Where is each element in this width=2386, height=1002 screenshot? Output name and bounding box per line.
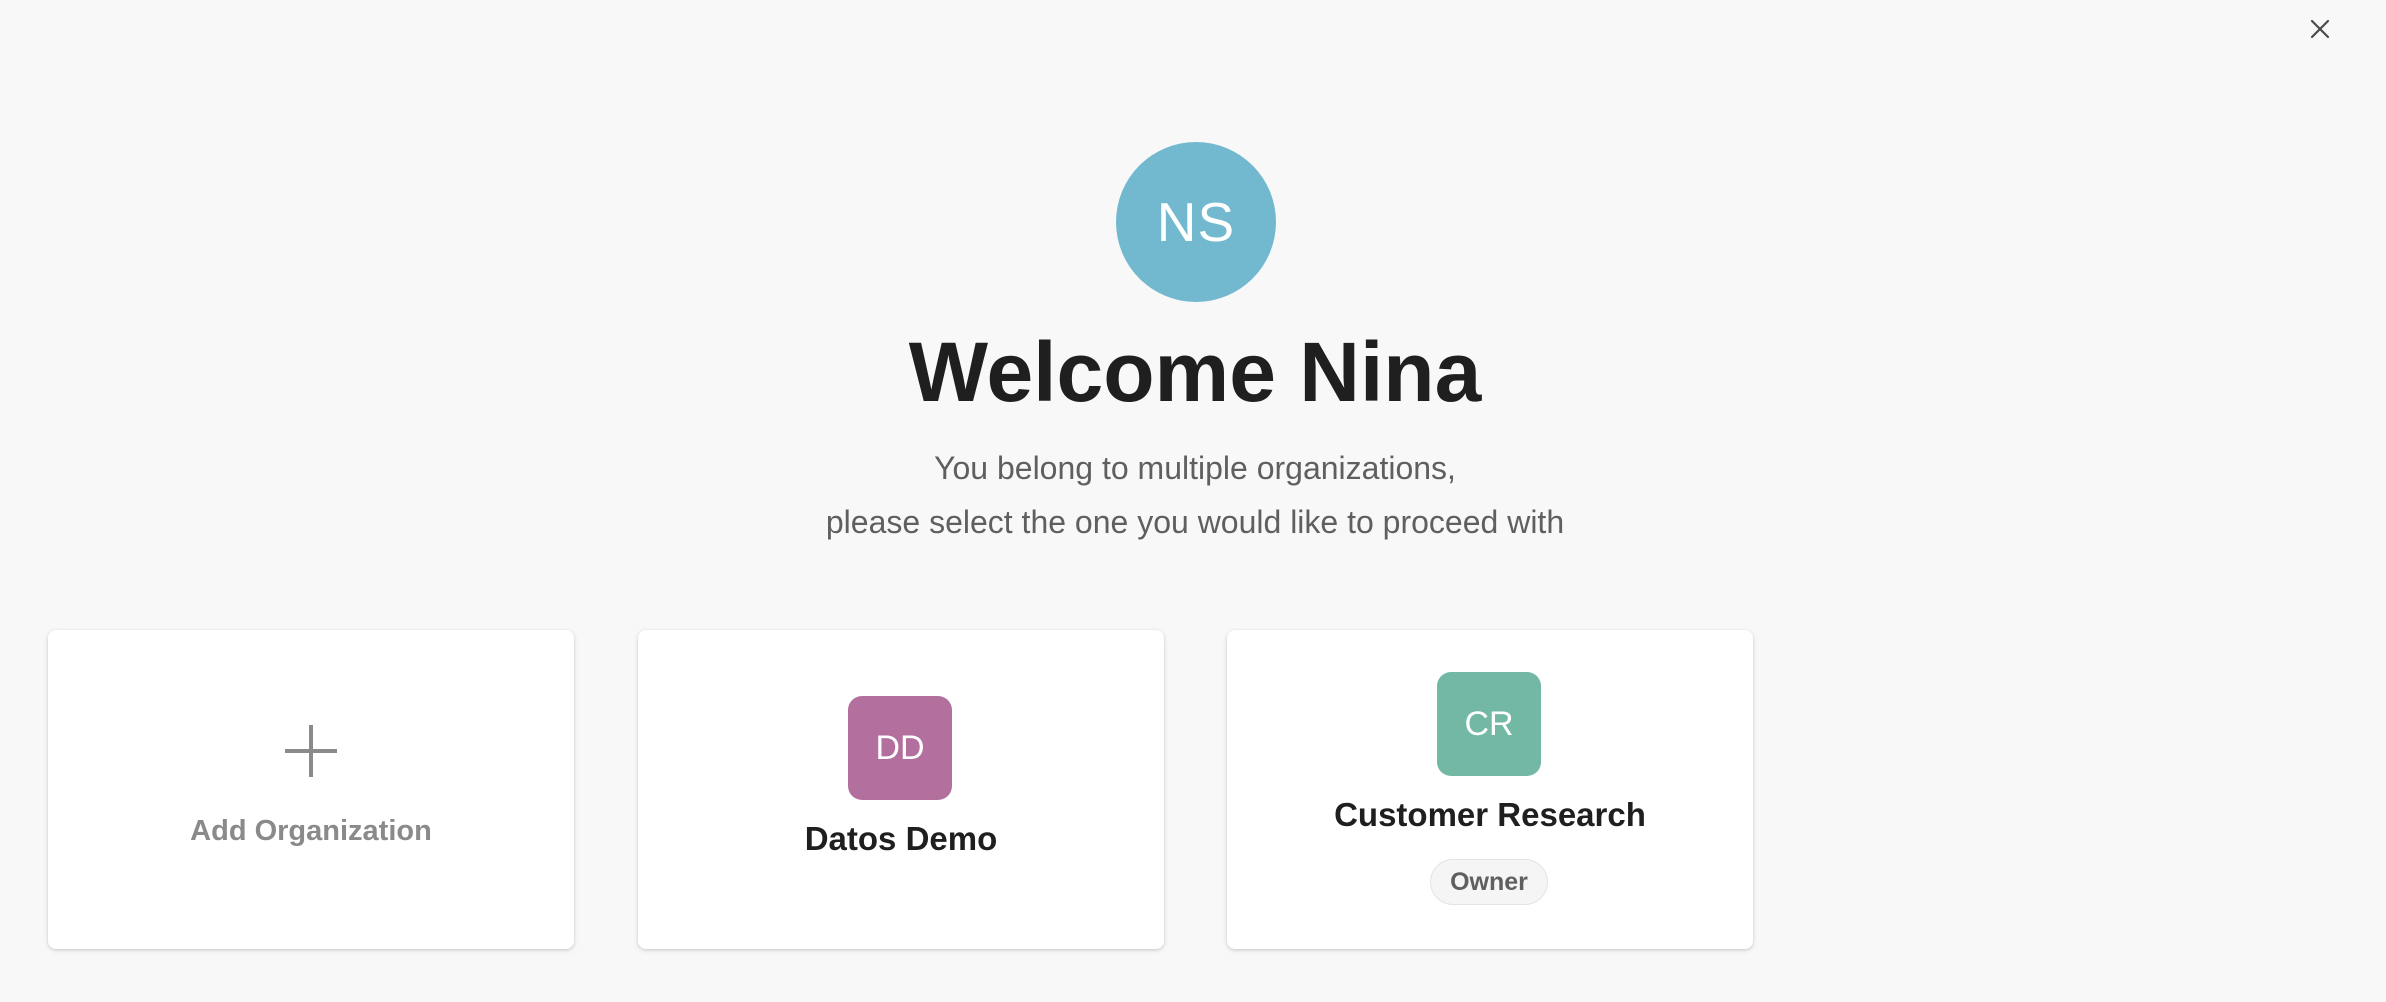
welcome-subtitle-line2: please select the one you would like to … bbox=[825, 504, 1565, 540]
welcome-title: Welcome Nina bbox=[908, 325, 1482, 419]
welcome-subtitle-line1: You belong to multiple organizations, bbox=[934, 450, 1456, 486]
organization-initials: CR bbox=[1464, 704, 1514, 743]
close-icon bbox=[2310, 19, 2330, 39]
organization-card-customer-research[interactable]: CR Customer Research Owner bbox=[1227, 630, 1753, 949]
organization-avatar: DD bbox=[848, 696, 952, 800]
organization-avatar: CR bbox=[1437, 672, 1541, 776]
user-initials: NS bbox=[1156, 191, 1236, 253]
user-avatar: NS bbox=[1116, 142, 1276, 302]
add-organization-card[interactable]: Add Organization bbox=[48, 630, 574, 949]
organization-card-datos-demo[interactable]: DD Datos Demo bbox=[638, 630, 1164, 949]
add-organization-label: Add Organization bbox=[190, 815, 432, 847]
organization-name: Customer Research bbox=[1334, 796, 1646, 833]
plus-icon bbox=[285, 725, 337, 777]
organization-initials: DD bbox=[875, 728, 925, 767]
role-badge: Owner bbox=[1430, 859, 1548, 905]
close-button[interactable] bbox=[2304, 13, 2336, 45]
organization-name: Datos Demo bbox=[804, 820, 998, 857]
